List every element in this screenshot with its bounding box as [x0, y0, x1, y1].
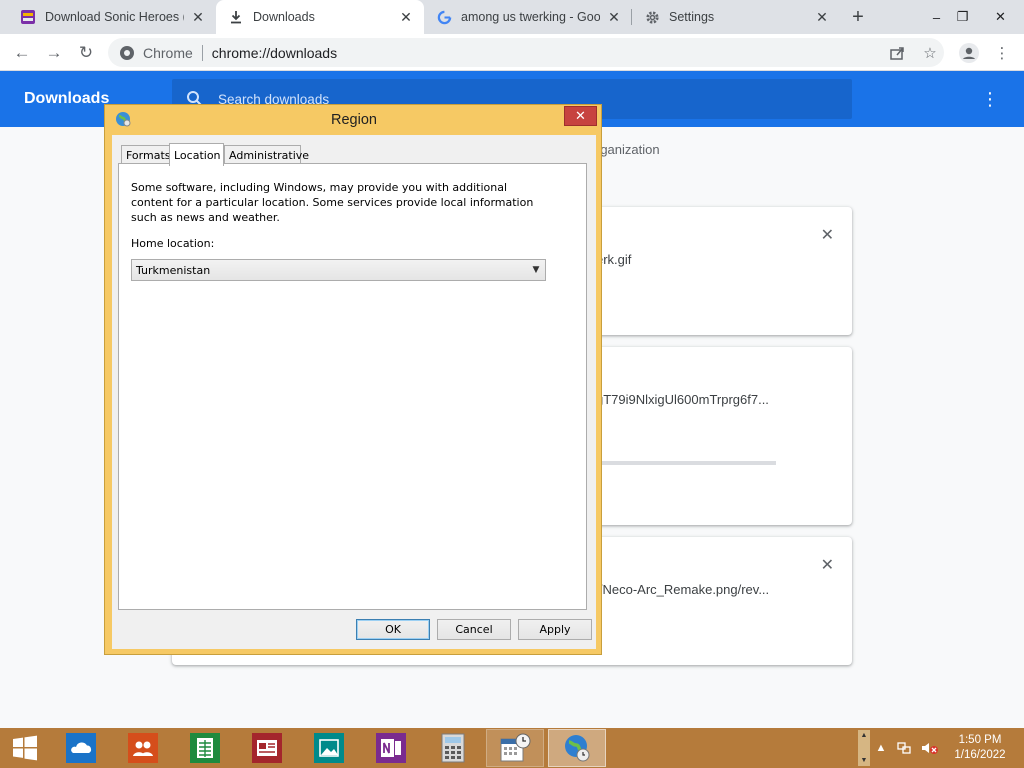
bookmark-star-icon[interactable]: ☆	[919, 42, 941, 64]
clock-time: 1:50 PM	[958, 734, 1002, 746]
gear-icon	[644, 9, 660, 25]
windows-logo-icon	[13, 735, 37, 761]
google-g-icon	[436, 9, 452, 25]
dialog-close-button[interactable]: ✕	[564, 106, 597, 126]
tab-location[interactable]: Location	[169, 143, 224, 166]
home-location-select[interactable]: Turkmenistan ▼	[131, 259, 546, 281]
profile-avatar-icon[interactable]	[958, 42, 980, 64]
forward-button[interactable]: →	[41, 40, 67, 66]
dialog-title: Region	[331, 112, 377, 128]
address-bar[interactable]: Chrome chrome://downloads	[108, 38, 944, 67]
volume-muted-icon[interactable]	[920, 740, 940, 756]
cancel-button[interactable]: Cancel	[437, 619, 511, 640]
downloads-menu-icon[interactable]: ⋮	[980, 87, 1000, 111]
tab-settings[interactable]: Settings ✕	[632, 0, 840, 34]
start-button[interactable]	[0, 728, 50, 768]
people-icon[interactable]	[114, 729, 172, 767]
url-text: chrome://downloads	[211, 44, 338, 61]
home-location-value: Turkmenistan	[136, 263, 211, 277]
back-button[interactable]: ←	[9, 40, 35, 66]
apply-button[interactable]: Apply	[518, 619, 592, 640]
news-icon[interactable]	[238, 729, 296, 767]
ok-button[interactable]: OK	[356, 619, 430, 640]
tab-title: among us twerking - Goog	[461, 10, 600, 24]
close-tab-icon[interactable]: ✕	[190, 9, 206, 25]
tab-formats[interactable]: Formats	[121, 145, 171, 165]
region-globe-icon[interactable]	[548, 729, 606, 767]
tab-administrative[interactable]: Administrative	[224, 145, 309, 165]
photos-icon[interactable]	[300, 729, 358, 767]
spreadsheet-icon[interactable]	[176, 729, 234, 767]
system-clock[interactable]: 1:50 PM 1/16/2022	[944, 733, 1016, 763]
calendar-clock-icon[interactable]	[486, 729, 544, 767]
tab-title: Download Sonic Heroes (W	[45, 10, 184, 24]
remove-download-icon[interactable]: ✕	[821, 555, 834, 575]
remove-download-icon[interactable]: ✕	[821, 225, 834, 245]
tab-downloads[interactable]: Downloads ✕	[216, 0, 424, 34]
taskbar-scroll-handle[interactable]: ▲ ▼	[858, 730, 870, 766]
region-dialog: Region ✕ Formats Location Administrative…	[104, 104, 602, 655]
download-icon	[228, 9, 244, 25]
browser-toolbar: ← → ↻ Chrome chrome://downloads ☆ ⋮	[0, 34, 1024, 71]
chrome-logo-icon	[119, 45, 135, 61]
organization-link[interactable]: rganization	[596, 142, 660, 157]
clock-date: 1/16/2022	[954, 749, 1006, 761]
tab-strip: Download Sonic Heroes (W ✕ Downloads ✕ a…	[0, 0, 1024, 34]
reload-button[interactable]: ↻	[73, 40, 99, 66]
taskbar: ▲ ▼ ▲ 1:50 PM 1/16/2022	[0, 728, 1024, 768]
tab-title: Downloads	[253, 10, 315, 24]
restore-button[interactable]: ❐	[946, 0, 979, 34]
download-filename[interactable]: l/Neco-Arc_Remake.png/rev...	[596, 582, 769, 597]
chrome-menu-icon[interactable]: ⋮	[991, 42, 1013, 64]
download-progress-bar	[596, 461, 776, 465]
tab-title: Settings	[669, 10, 715, 24]
close-tab-icon[interactable]: ✕	[398, 9, 414, 25]
site-chip: Chrome	[143, 44, 193, 61]
location-description: Some software, including Windows, may pr…	[131, 181, 534, 224]
location-tab-page: Some software, including Windows, may pr…	[118, 163, 587, 610]
dialog-client-area: Formats Location Administrative Some sof…	[112, 135, 596, 649]
share-icon[interactable]	[886, 42, 908, 64]
close-tab-icon[interactable]: ✕	[606, 9, 622, 25]
close-tab-icon[interactable]: ✕	[814, 9, 830, 25]
network-icon[interactable]	[896, 740, 914, 756]
omnibox-separator	[201, 44, 203, 61]
game-site-favicon-icon	[20, 9, 36, 25]
close-window-button[interactable]: ✕	[984, 0, 1017, 34]
tab-google-search[interactable]: among us twerking - Goog ✕	[424, 0, 632, 34]
onenote-icon[interactable]	[362, 729, 420, 767]
home-location-label: Home location:	[131, 237, 215, 250]
onedrive-icon[interactable]	[52, 729, 110, 767]
new-tab-button[interactable]: +	[847, 6, 869, 28]
tab-sonic-heroes[interactable]: Download Sonic Heroes (W ✕	[8, 0, 216, 34]
show-hidden-icons-icon[interactable]: ▲	[874, 740, 888, 756]
page-title: Downloads	[24, 90, 110, 107]
calculator-icon[interactable]	[424, 729, 482, 767]
download-filename[interactable]: gT79i9NlxigUl600mTrprg6f7...	[596, 392, 769, 407]
chevron-down-icon: ▼	[532, 265, 540, 275]
